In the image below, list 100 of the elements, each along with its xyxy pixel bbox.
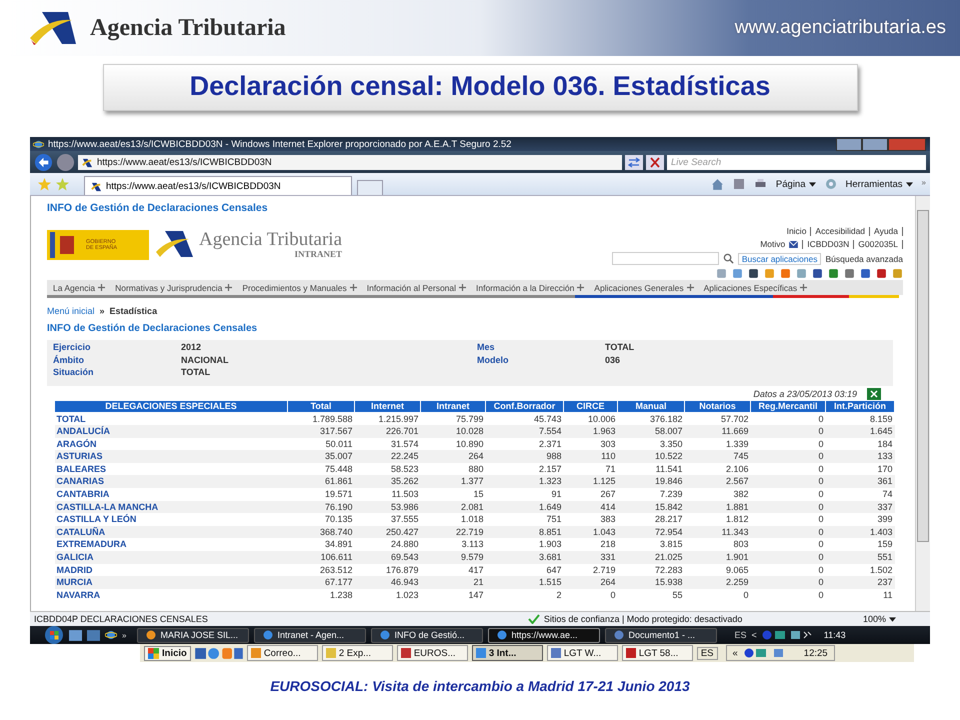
start-orb-icon[interactable]: [44, 625, 64, 645]
taskbar-item[interactable]: EUROS...: [396, 645, 468, 661]
field-label: Modelo: [477, 354, 510, 366]
tools-menu[interactable]: Herramientas: [846, 178, 913, 190]
browser-icon[interactable]: [105, 629, 117, 641]
table-cell: 8.851: [486, 526, 564, 538]
tray-expand[interactable]: «: [732, 648, 738, 658]
menu-item[interactable]: Aplicaciones Específicas: [704, 282, 808, 292]
taskbar-item[interactable]: LGT W...: [546, 645, 618, 661]
field-label: Ejercicio: [53, 342, 92, 354]
breadcrumb-link[interactable]: Menú inicial: [47, 306, 95, 316]
security-status: Sitios de confianza | Modo protegido: desactivado: [544, 614, 742, 624]
table-cell: 1.043: [564, 526, 618, 538]
back-icon[interactable]: [34, 152, 53, 172]
table-cell: 61.861: [288, 475, 354, 488]
app-icon[interactable]: [748, 268, 759, 279]
table-cell: 264: [420, 450, 486, 463]
scrollbar-thumb[interactable]: [917, 210, 929, 542]
field-value: 2012: [181, 342, 202, 354]
tray-expand[interactable]: <: [751, 630, 757, 640]
column-header: Int.Partición: [826, 400, 894, 412]
header-link[interactable]: Motivo: [760, 239, 786, 249]
search-icon[interactable]: [722, 253, 734, 264]
star-icon[interactable]: [38, 178, 51, 190]
header-link[interactable]: Inicio: [786, 226, 806, 236]
field-value: TOTAL: [605, 342, 634, 354]
header-link[interactable]: Ayuda: [874, 226, 898, 236]
start-button[interactable]: Inicio: [144, 646, 191, 660]
app-icon[interactable]: [844, 268, 855, 279]
table-cell: 11.669: [684, 425, 750, 438]
taskbar-item[interactable]: LGT 58...: [622, 645, 693, 661]
search-field[interactable]: [612, 252, 719, 265]
table-cell: 15: [420, 488, 486, 501]
table-cell: 22.719: [420, 526, 486, 538]
table-cell: 110: [564, 450, 618, 463]
spreadsheet-icon[interactable]: [867, 388, 881, 400]
region-cell: ASTURIAS: [54, 450, 288, 463]
column-header: Internet: [354, 400, 420, 412]
menu-item[interactable]: Información al Personal: [366, 282, 466, 292]
table-cell: 551: [826, 551, 894, 564]
browser-tab[interactable]: https://www.aeat/es13/s/ICWBICBDD03N: [84, 176, 352, 195]
search-button[interactable]: Buscar aplicaciones: [738, 252, 822, 264]
table-cell: 1.515: [486, 576, 564, 589]
tray-icon[interactable]: [744, 648, 784, 658]
taskbar-item[interactable]: https://www.ae...: [488, 628, 600, 642]
menu-item[interactable]: La Agencia: [53, 282, 106, 292]
taskbar-item[interactable]: Intranet - Agen...: [254, 628, 366, 642]
app-icon[interactable]: [860, 268, 871, 279]
logo-icon: [155, 230, 195, 258]
table-cell: 53.986: [354, 500, 420, 514]
column-header: DELEGACIONES ESPECIALES: [54, 400, 288, 412]
app-icon[interactable]: [828, 268, 839, 279]
table-cell: 11.343: [684, 526, 750, 538]
minimize-button[interactable]: [836, 138, 862, 150]
language-indicator[interactable]: ES: [734, 630, 746, 640]
search-field[interactable]: Live Search: [667, 154, 926, 170]
table-cell: 0: [750, 438, 826, 450]
home-icon[interactable]: [710, 178, 724, 190]
desktop-icon[interactable]: [69, 630, 82, 640]
app-icon[interactable]: [876, 268, 887, 279]
table-cell: 106.611: [288, 551, 354, 564]
language-indicator[interactable]: ES: [696, 646, 718, 660]
header-link[interactable]: Accesibilidad: [815, 226, 866, 236]
taskbar-item[interactable]: 2 Exp...: [322, 645, 393, 661]
page-menu[interactable]: Página: [776, 178, 816, 190]
column-header: Total: [288, 400, 354, 412]
address-field[interactable]: https://www.aeat/es13/s/ICWBICBDD03N: [78, 154, 622, 170]
taskbar-item[interactable]: Correo...: [246, 645, 318, 661]
table-cell: 2.157: [486, 462, 564, 476]
maximize-button[interactable]: [862, 138, 888, 150]
refresh-icon[interactable]: [625, 154, 643, 170]
app-icon[interactable]: [812, 268, 823, 279]
table-cell: 34.891: [288, 538, 354, 552]
advanced-search-link[interactable]: Búsqueda avanzada: [825, 254, 903, 264]
mail-icon[interactable]: [789, 240, 798, 248]
quick-launch-icon[interactable]: [194, 646, 243, 660]
table-cell: 57.702: [684, 412, 750, 426]
slide-title: Declaración censal: Modelo 036. Estadísticas: [102, 64, 858, 111]
menu-item[interactable]: Aplicaciones Generales: [594, 282, 694, 292]
menu-item[interactable]: Procedimientos y Manuales: [242, 282, 357, 292]
menu-item[interactable]: Información a la Dirección: [476, 282, 584, 292]
table-cell: 2.081: [420, 500, 486, 514]
printer-icon[interactable]: [754, 178, 767, 190]
scrollbar[interactable]: [915, 196, 930, 611]
taskbar-item[interactable]: MARIA JOSE SIL...: [137, 628, 250, 642]
region-cell: CASTILLA-LA MANCHA: [54, 500, 288, 514]
taskbar-item[interactable]: Documento1 - ...: [605, 628, 718, 642]
taskbar-item[interactable]: INFO de Gestió...: [371, 628, 484, 642]
menu-item[interactable]: Normativas y Jurisprudencia: [115, 282, 232, 292]
taskbar-overflow[interactable]: »: [122, 630, 126, 640]
table-cell: 9.065: [684, 564, 750, 576]
taskbar-item[interactable]: 3 Int...: [472, 645, 543, 661]
zoom-level[interactable]: 100%: [862, 614, 896, 624]
table-cell: 0: [750, 576, 826, 589]
tray-icon[interactable]: [762, 630, 786, 640]
toolbar-overflow[interactable]: »: [922, 178, 926, 186]
close-button[interactable]: [888, 138, 926, 150]
desktop-icon[interactable]: [87, 630, 100, 640]
check-icon: [528, 614, 540, 624]
region-cell: ARAGÓN: [54, 438, 288, 450]
